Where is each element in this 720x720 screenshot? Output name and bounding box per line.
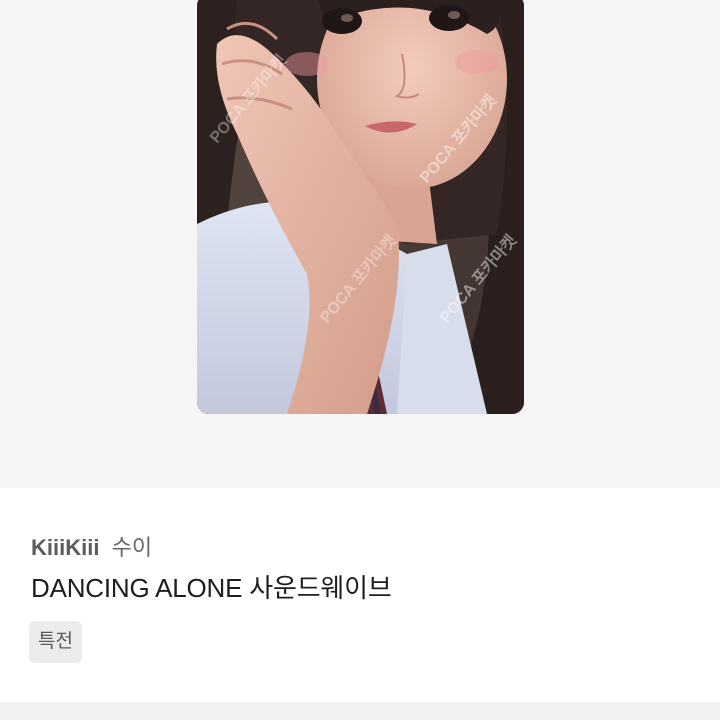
section-divider <box>0 702 720 720</box>
member-name[interactable]: 수이 <box>112 535 152 560</box>
product-page: POCA 포카마켓 POCA 포카마켓 POCA 포카마켓 POCA 포카마켓 … <box>0 0 720 720</box>
item-title: DANCING ALONE 사운드웨이브 <box>31 573 392 603</box>
photocard-image[interactable]: POCA 포카마켓 POCA 포카마켓 POCA 포카마켓 POCA 포카마켓 <box>197 0 524 414</box>
product-info: KiiiKiii 수이 DANCING ALONE 사운드웨이브 특전 <box>0 488 720 702</box>
photocard-photo: POCA 포카마켓 POCA 포카마켓 POCA 포카마켓 POCA 포카마켓 <box>197 0 524 414</box>
artist-row: KiiiKiii 수이 <box>31 530 152 562</box>
product-image-area: POCA 포카마켓 POCA 포카마켓 POCA 포카마켓 POCA 포카마켓 <box>0 0 720 488</box>
artist-name[interactable]: KiiiKiii <box>31 535 99 560</box>
tag-badge[interactable]: 특전 <box>29 621 82 663</box>
